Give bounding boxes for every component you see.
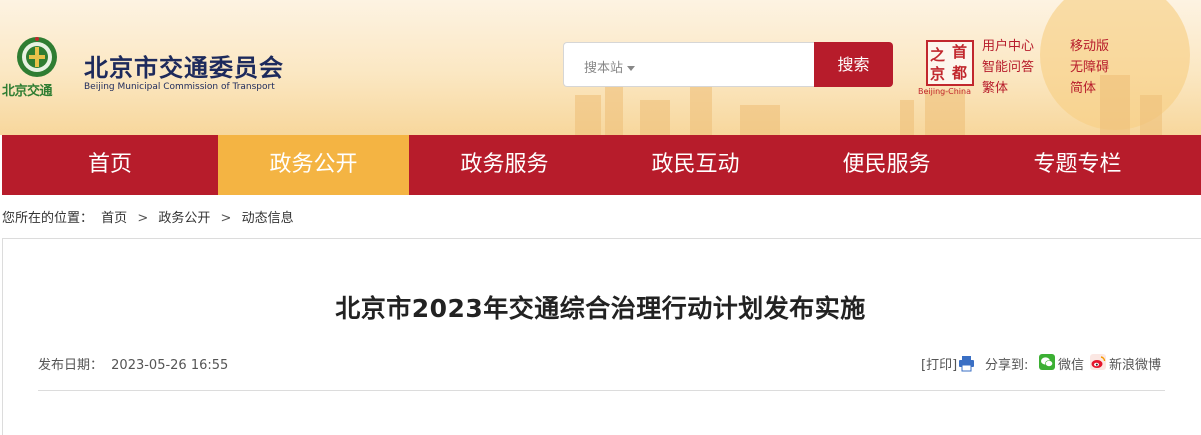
- decorative-building: [640, 100, 670, 135]
- share-weibo-link[interactable]: 新浪微博: [1109, 354, 1161, 373]
- share-label: 分享到:: [985, 358, 1029, 373]
- nav-item-government-services[interactable]: 政务服务: [409, 135, 600, 195]
- printer-icon[interactable]: [958, 355, 975, 372]
- decorative-building: [925, 90, 965, 135]
- decorative-building: [1140, 95, 1162, 135]
- nav-item-convenience-services[interactable]: 便民服务: [791, 135, 982, 195]
- breadcrumb-item-government-affairs[interactable]: 政务公开: [158, 207, 210, 226]
- nav-item-home[interactable]: 首页: [2, 135, 218, 195]
- seal-char: 之: [930, 46, 946, 64]
- breadcrumb-item-news[interactable]: 动态信息: [242, 207, 294, 226]
- decorative-building: [740, 105, 780, 135]
- publish-date-label: 发布日期：: [38, 358, 104, 373]
- accessibility-link[interactable]: 无障碍: [1070, 56, 1109, 75]
- transport-emblem-icon: [17, 37, 57, 77]
- site-header: 北京交通 北京市交通委员会 Beijing Municipal Commissi…: [0, 0, 1201, 135]
- logo-text: 北京交通: [2, 84, 53, 99]
- publish-date-value: 2023-05-26 16:55: [111, 358, 229, 373]
- share-wechat-link[interactable]: 微信: [1058, 354, 1084, 373]
- chevron-down-icon: [627, 66, 636, 71]
- breadcrumb-separator: >: [137, 211, 149, 226]
- breadcrumb-item-home[interactable]: 首页: [101, 207, 127, 226]
- main-nav: 首页 政务公开 政务服务 政民互动 便民服务 专题专栏: [2, 135, 1201, 195]
- site-subtitle: Beijing Municipal Commission of Transpor…: [84, 82, 275, 92]
- decorative-building: [605, 80, 623, 135]
- seal-caption: Beijing-China: [918, 87, 971, 96]
- print-link[interactable]: [打印]: [921, 354, 957, 373]
- search-input[interactable]: 搜本站: [563, 42, 814, 87]
- nav-item-government-affairs[interactable]: 政务公开: [218, 135, 409, 195]
- search-button[interactable]: 搜索: [814, 42, 893, 87]
- seal-char: 首: [952, 43, 968, 61]
- simplified-chinese-link[interactable]: 简体: [1070, 77, 1096, 96]
- publish-date: 发布日期： 2023-05-26 16:55: [38, 354, 228, 373]
- site-title[interactable]: 北京市交通委员会: [84, 48, 284, 83]
- mobile-version-link[interactable]: 移动版: [1070, 35, 1109, 54]
- decorative-building: [1100, 75, 1130, 135]
- breadcrumb: 您所在的位置： 首页 > 政务公开 > 动态信息: [2, 207, 294, 226]
- search-placeholder-text: 搜本站: [584, 61, 624, 76]
- article-container: [2, 238, 1201, 435]
- breadcrumb-prefix: 您所在的位置：: [2, 211, 94, 226]
- article-title: 北京市2023年交通综合治理行动计划发布实施: [335, 294, 866, 323]
- site-logo[interactable]: 北京交通: [2, 36, 77, 102]
- decorative-building: [900, 100, 914, 135]
- user-center-link[interactable]: 用户中心: [982, 35, 1034, 54]
- seal-char: 京: [930, 65, 946, 83]
- nav-item-special-topics[interactable]: 专题专栏: [982, 135, 1173, 195]
- traditional-chinese-link[interactable]: 繁体: [982, 77, 1008, 96]
- capital-seal-logo: 之 首 京 都: [926, 40, 974, 86]
- search-scope-dropdown[interactable]: 搜本站: [584, 57, 636, 76]
- seal-char: 都: [952, 64, 968, 82]
- decorative-building: [575, 95, 601, 135]
- meta-divider: [38, 390, 1165, 391]
- nav-item-public-interaction[interactable]: 政民互动: [600, 135, 791, 195]
- breadcrumb-separator: >: [220, 211, 232, 226]
- weibo-icon[interactable]: [1090, 354, 1106, 370]
- wechat-icon[interactable]: [1039, 354, 1055, 370]
- smart-qa-link[interactable]: 智能问答: [982, 56, 1034, 75]
- decorative-building: [690, 87, 712, 135]
